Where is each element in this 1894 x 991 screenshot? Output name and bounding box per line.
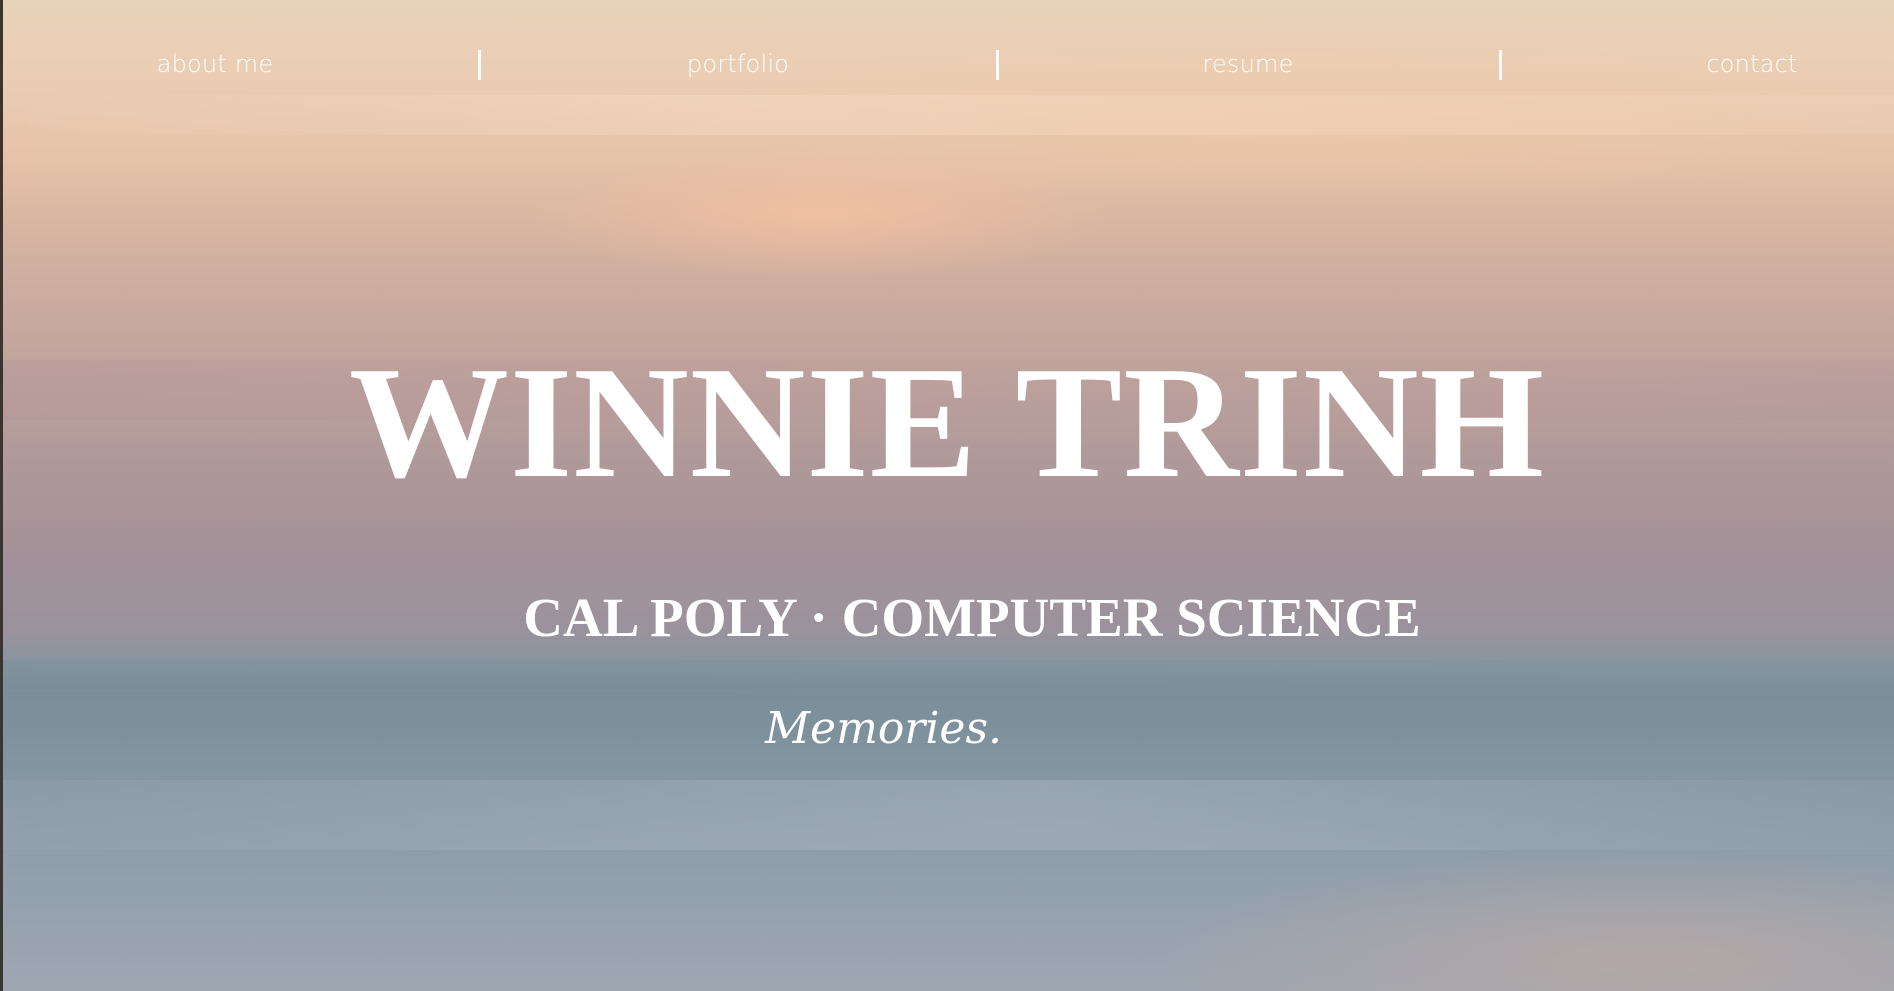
nav-separator	[478, 50, 481, 80]
hero-background: about me portfolio resume contact WINNIE…	[0, 0, 1894, 991]
nav-separator	[1499, 50, 1502, 80]
sea-streak	[0, 780, 1894, 850]
hero-name-heading: WINNIE TRINH	[349, 333, 1545, 511]
hero-subtitle: CAL POLY · COMPUTER SCIENCE	[523, 587, 1421, 648]
typed-tagline: Memories.	[765, 703, 1003, 754]
nav-link-resume[interactable]: resume	[1202, 50, 1293, 78]
nav-separator	[996, 50, 999, 80]
sea-streak	[0, 660, 1894, 690]
nav-link-contact[interactable]: contact	[1706, 50, 1797, 78]
nav-link-portfolio[interactable]: portfolio	[687, 50, 789, 78]
sky-streak	[0, 95, 1894, 135]
nav-link-about-me[interactable]: about me	[157, 50, 274, 78]
top-navigation: about me portfolio resume contact	[0, 44, 1894, 84]
